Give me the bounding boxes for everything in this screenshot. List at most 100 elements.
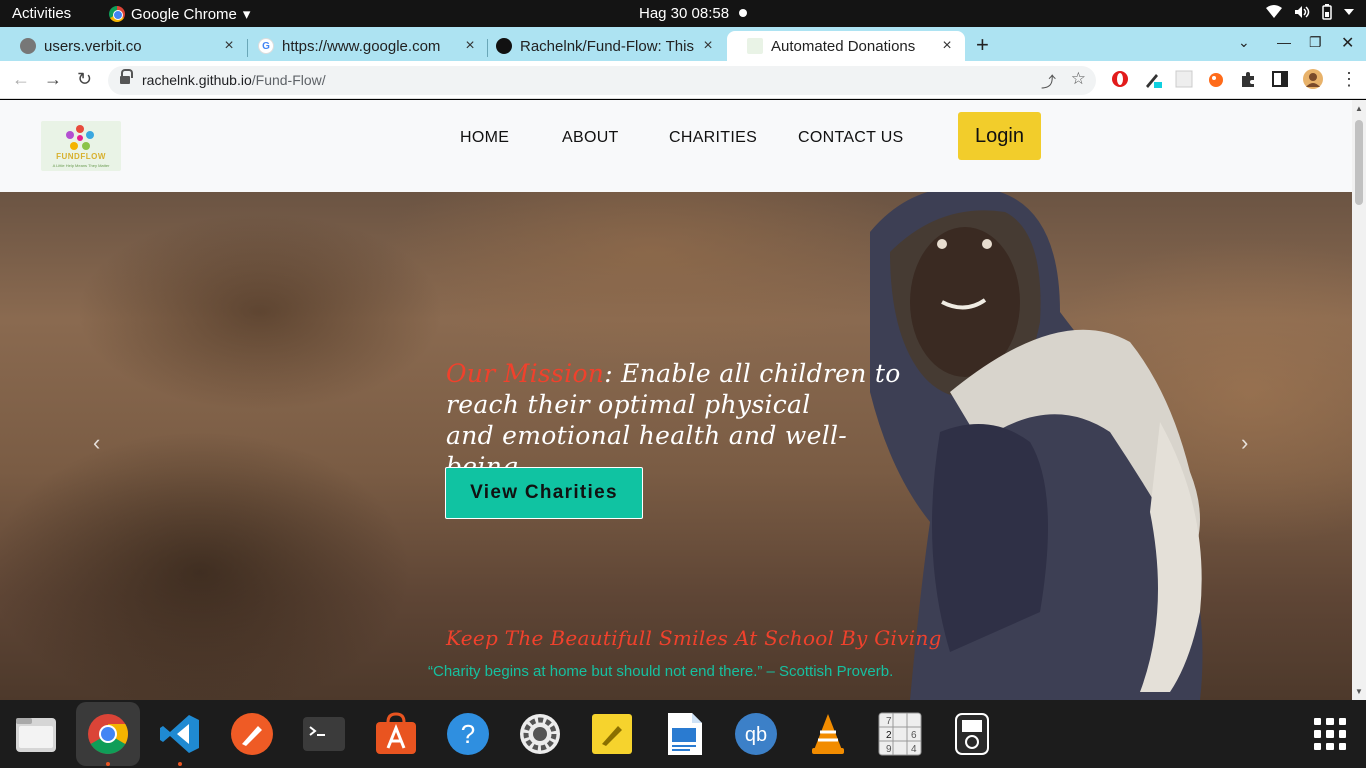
system-top-bar: Activities Google Chrome ▾ Hag 30 08:58: [0, 0, 1366, 27]
tab-search-icon[interactable]: ⌄: [1238, 34, 1250, 51]
google-icon: G: [258, 38, 274, 54]
minimize-icon[interactable]: —: [1277, 34, 1291, 50]
reload-icon[interactable]: ↻: [77, 69, 92, 90]
back-icon[interactable]: ←: [12, 69, 30, 90]
extensions-puzzle-icon[interactable]: [1239, 70, 1257, 88]
globe-icon: [20, 38, 36, 54]
restore-icon[interactable]: ❐: [1309, 34, 1322, 51]
settings-icon[interactable]: [518, 712, 562, 756]
hero-carousel: ‹ › Our Mission: Enable all children to …: [0, 192, 1352, 700]
address-bar[interactable]: rachelnk.github.io/Fund-Flow/ ⤴ ☆: [108, 66, 1096, 95]
carousel-next-button[interactable]: ›: [1241, 430, 1248, 456]
app-name: Google Chrome: [131, 5, 237, 23]
svg-text:9: 9: [886, 744, 892, 755]
login-button[interactable]: Login: [958, 112, 1041, 160]
terminal-icon[interactable]: [302, 712, 346, 756]
new-tab-button[interactable]: +: [976, 32, 989, 58]
view-charities-button[interactable]: View Charities: [445, 467, 643, 519]
mission-statement: Our Mission: Enable all children to reac…: [446, 358, 916, 482]
bookmark-star-icon[interactable]: ☆: [1071, 69, 1086, 89]
close-icon[interactable]: ×: [219, 37, 239, 55]
tab-title: users.verbit.co: [44, 37, 142, 55]
dock: ? qb 7 2 6 9 4: [0, 700, 1366, 768]
media-player-icon[interactable]: [950, 712, 994, 756]
tab-strip: users.verbit.co × G https://www.google.c…: [0, 27, 1366, 61]
svg-text:2: 2: [886, 730, 892, 741]
files-icon[interactable]: [14, 712, 58, 756]
tab-google[interactable]: G https://www.google.com ×: [238, 31, 488, 61]
help-icon[interactable]: ?: [446, 712, 490, 756]
tab-github[interactable]: Rachelnk/Fund-Flow: This ×: [476, 31, 726, 61]
chevron-down-icon: ▾: [242, 6, 251, 23]
chrome-icon: [109, 6, 125, 22]
close-window-icon[interactable]: ✕: [1341, 33, 1354, 53]
url-text[interactable]: rachelnk.github.io/Fund-Flow/: [142, 72, 326, 88]
web-page: FUNDFLOW A Little Help Means They Matter…: [0, 100, 1352, 700]
scrollbar-thumb[interactable]: [1355, 120, 1363, 205]
tab-title: Automated Donations: [771, 37, 916, 55]
chevron-down-icon: [1344, 9, 1354, 15]
mission-line-2: reach their optimal physical: [446, 390, 811, 419]
wifi-icon: [1266, 5, 1282, 18]
qbittorrent-icon[interactable]: qb: [734, 712, 778, 756]
clock[interactable]: Hag 30 08:58: [639, 5, 729, 22]
hero-tagline: Keep The Beautifull Smiles At School By …: [446, 626, 942, 650]
battery-icon: [1322, 4, 1332, 20]
svg-text:qb: qb: [745, 724, 767, 746]
app-grid-icon[interactable]: [1314, 718, 1346, 750]
nav-home[interactable]: HOME: [460, 129, 509, 147]
notification-dot-icon: [739, 9, 747, 17]
share-icon[interactable]: ⤴: [1041, 71, 1056, 92]
activities-button[interactable]: Activities: [12, 5, 71, 22]
app-menu[interactable]: Google Chrome ▾: [109, 5, 250, 23]
nav-contact-us[interactable]: CONTACT US: [798, 129, 904, 147]
logo-wordmark: FUNDFLOW: [56, 152, 106, 161]
nav-about[interactable]: ABOUT: [562, 129, 619, 147]
tab-title: https://www.google.com: [282, 37, 441, 55]
mission-label: Our Mission: [446, 359, 605, 388]
text-editor-icon[interactable]: [590, 712, 634, 756]
software-center-icon[interactable]: [374, 712, 418, 756]
sudoku-icon[interactable]: 7 2 6 9 4: [878, 712, 922, 756]
running-indicator: [178, 762, 182, 766]
carousel-prev-button[interactable]: ‹: [93, 430, 100, 456]
side-panel-icon[interactable]: [1271, 70, 1289, 88]
volume-icon: [1295, 6, 1310, 18]
fundflow-favicon-icon: [747, 38, 763, 54]
chrome-menu-icon[interactable]: ⋮: [1340, 69, 1358, 90]
tab-verbit[interactable]: users.verbit.co ×: [0, 31, 247, 61]
extension-placeholder-icon[interactable]: [1175, 70, 1193, 88]
github-icon: [496, 38, 512, 54]
site-header: FUNDFLOW A Little Help Means They Matter…: [0, 100, 1352, 192]
fire-extension-icon[interactable]: [1207, 70, 1225, 88]
scroll-up-icon[interactable]: ▲: [1355, 104, 1363, 113]
profile-avatar[interactable]: [1303, 69, 1323, 89]
vscode-icon[interactable]: [158, 712, 202, 756]
running-indicator: [106, 762, 110, 766]
pen-extension-icon[interactable]: [1144, 70, 1162, 88]
svg-text:4: 4: [911, 744, 917, 755]
vlc-icon[interactable]: [806, 712, 850, 756]
lock-icon[interactable]: [120, 69, 133, 84]
chrome-icon[interactable]: [86, 712, 130, 756]
tab-title: Rachelnk/Fund-Flow: This: [520, 37, 694, 55]
scroll-down-icon[interactable]: ▼: [1355, 687, 1363, 696]
logo-tagline: A Little Help Means They Matter: [52, 163, 110, 168]
postman-icon[interactable]: [230, 712, 274, 756]
mission-line-1: : Enable all children to: [604, 359, 901, 388]
browser-toolbar: ← → ↻ rachelnk.github.io/Fund-Flow/ ⤴ ☆ …: [0, 61, 1366, 99]
nav-charities[interactable]: CHARITIES: [669, 129, 757, 147]
system-tray[interactable]: [1266, 4, 1354, 20]
hero-proverb: “Charity begins at home but should not e…: [428, 663, 894, 680]
svg-text:?: ?: [461, 719, 475, 749]
flower-logo-icon: [66, 125, 94, 150]
forward-icon[interactable]: →: [44, 69, 62, 90]
close-icon[interactable]: ×: [937, 37, 957, 55]
fundflow-logo[interactable]: FUNDFLOW A Little Help Means They Matter: [41, 121, 121, 171]
document-viewer-icon[interactable]: [662, 712, 706, 756]
page-scrollbar[interactable]: ▲ ▼: [1352, 100, 1366, 700]
close-icon[interactable]: ×: [698, 37, 718, 55]
tab-automated-donations[interactable]: Automated Donations ×: [727, 31, 965, 61]
svg-text:7: 7: [886, 716, 892, 727]
opera-extension-icon[interactable]: [1111, 70, 1129, 88]
